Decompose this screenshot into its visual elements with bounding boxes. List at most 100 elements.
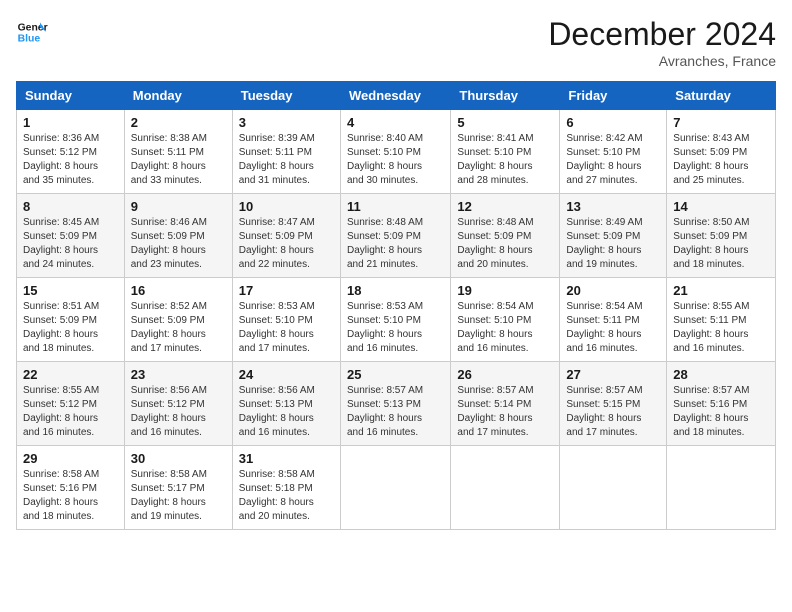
weekday-header-thursday: Thursday [451, 82, 560, 110]
day-number: 13 [566, 199, 660, 214]
calendar-cell: 22 Sunrise: 8:55 AM Sunset: 5:12 PM Dayli… [17, 362, 125, 446]
weekday-header-saturday: Saturday [667, 82, 776, 110]
logo-icon: General Blue [16, 16, 48, 48]
calendar-cell: 8 Sunrise: 8:45 AM Sunset: 5:09 PM Daylig… [17, 194, 125, 278]
day-info: Sunrise: 8:52 AM Sunset: 5:09 PM Dayligh… [131, 300, 226, 356]
calendar-cell [560, 446, 667, 530]
day-number: 27 [566, 367, 660, 382]
day-info: Sunrise: 8:39 AM Sunset: 5:11 PM Dayligh… [239, 132, 334, 188]
day-number: 7 [673, 115, 769, 130]
day-info: Sunrise: 8:48 AM Sunset: 5:09 PM Dayligh… [347, 216, 444, 272]
day-number: 24 [239, 367, 334, 382]
weekday-header-monday: Monday [124, 82, 232, 110]
day-info: Sunrise: 8:58 AM Sunset: 5:18 PM Dayligh… [239, 468, 334, 524]
day-info: Sunrise: 8:54 AM Sunset: 5:11 PM Dayligh… [566, 300, 660, 356]
day-info: Sunrise: 8:36 AM Sunset: 5:12 PM Dayligh… [23, 132, 118, 188]
day-number: 29 [23, 451, 118, 466]
calendar-cell: 4 Sunrise: 8:40 AM Sunset: 5:10 PM Daylig… [340, 110, 450, 194]
day-number: 22 [23, 367, 118, 382]
title-block: December 2024 Avranches, France [548, 16, 776, 69]
day-number: 18 [347, 283, 444, 298]
day-info: Sunrise: 8:41 AM Sunset: 5:10 PM Dayligh… [457, 132, 553, 188]
day-number: 31 [239, 451, 334, 466]
calendar-cell: 11 Sunrise: 8:48 AM Sunset: 5:09 PM Dayli… [340, 194, 450, 278]
day-info: Sunrise: 8:55 AM Sunset: 5:12 PM Dayligh… [23, 384, 118, 440]
calendar-cell: 15 Sunrise: 8:51 AM Sunset: 5:09 PM Dayli… [17, 278, 125, 362]
calendar-cell: 18Sunrise: 8:53 AM Sunset: 5:10 PM Dayli… [340, 278, 450, 362]
calendar-cell [340, 446, 450, 530]
day-info: Sunrise: 8:42 AM Sunset: 5:10 PM Dayligh… [566, 132, 660, 188]
calendar-week-row: 22 Sunrise: 8:55 AM Sunset: 5:12 PM Dayli… [17, 362, 776, 446]
day-info: Sunrise: 8:40 AM Sunset: 5:10 PM Dayligh… [347, 132, 444, 188]
day-number: 8 [23, 199, 118, 214]
calendar-cell: 30 Sunrise: 8:58 AM Sunset: 5:17 PM Dayli… [124, 446, 232, 530]
month-title: December 2024 [548, 16, 776, 53]
calendar-cell: 3Sunrise: 8:39 AM Sunset: 5:11 PM Daylig… [232, 110, 340, 194]
calendar-cell: 26Sunrise: 8:57 AM Sunset: 5:14 PM Dayli… [451, 362, 560, 446]
calendar-cell: 29 Sunrise: 8:58 AM Sunset: 5:16 PM Dayli… [17, 446, 125, 530]
day-number: 2 [131, 115, 226, 130]
day-info: Sunrise: 8:58 AM Sunset: 5:16 PM Dayligh… [23, 468, 118, 524]
day-info: Sunrise: 8:56 AM Sunset: 5:13 PM Dayligh… [239, 384, 334, 440]
day-info: Sunrise: 8:46 AM Sunset: 5:09 PM Dayligh… [131, 216, 226, 272]
day-info: Sunrise: 8:45 AM Sunset: 5:09 PM Dayligh… [23, 216, 118, 272]
calendar-cell: 14Sunrise: 8:50 AM Sunset: 5:09 PM Dayli… [667, 194, 776, 278]
day-info: Sunrise: 8:48 AM Sunset: 5:09 PM Dayligh… [457, 216, 553, 272]
calendar-cell: 17Sunrise: 8:53 AM Sunset: 5:10 PM Dayli… [232, 278, 340, 362]
calendar-cell: 21Sunrise: 8:55 AM Sunset: 5:11 PM Dayli… [667, 278, 776, 362]
day-info: Sunrise: 8:38 AM Sunset: 5:11 PM Dayligh… [131, 132, 226, 188]
svg-text:Blue: Blue [18, 34, 41, 45]
day-info: Sunrise: 8:54 AM Sunset: 5:10 PM Dayligh… [457, 300, 553, 356]
day-info: Sunrise: 8:47 AM Sunset: 5:09 PM Dayligh… [239, 216, 334, 272]
day-info: Sunrise: 8:51 AM Sunset: 5:09 PM Dayligh… [23, 300, 118, 356]
calendar-cell: 25 Sunrise: 8:57 AM Sunset: 5:13 PM Dayli… [340, 362, 450, 446]
day-info: Sunrise: 8:57 AM Sunset: 5:15 PM Dayligh… [566, 384, 660, 440]
day-number: 20 [566, 283, 660, 298]
calendar-cell: 6 Sunrise: 8:42 AM Sunset: 5:10 PM Daylig… [560, 110, 667, 194]
day-number: 14 [673, 199, 769, 214]
calendar-cell [667, 446, 776, 530]
day-info: Sunrise: 8:57 AM Sunset: 5:16 PM Dayligh… [673, 384, 769, 440]
weekday-header-wednesday: Wednesday [340, 82, 450, 110]
calendar-cell: 31 Sunrise: 8:58 AM Sunset: 5:18 PM Dayli… [232, 446, 340, 530]
day-number: 28 [673, 367, 769, 382]
day-number: 23 [131, 367, 226, 382]
weekday-header-friday: Friday [560, 82, 667, 110]
location: Avranches, France [548, 53, 776, 69]
calendar-cell: 19 Sunrise: 8:54 AM Sunset: 5:10 PM Dayli… [451, 278, 560, 362]
calendar-week-row: 29 Sunrise: 8:58 AM Sunset: 5:16 PM Dayli… [17, 446, 776, 530]
calendar-cell: 9 Sunrise: 8:46 AM Sunset: 5:09 PM Daylig… [124, 194, 232, 278]
day-number: 11 [347, 199, 444, 214]
day-info: Sunrise: 8:56 AM Sunset: 5:12 PM Dayligh… [131, 384, 226, 440]
calendar-table: SundayMondayTuesdayWednesdayThursdayFrid… [16, 81, 776, 530]
page-header: General Blue December 2024 Avranches, Fr… [16, 16, 776, 69]
day-number: 6 [566, 115, 660, 130]
calendar-week-row: 8 Sunrise: 8:45 AM Sunset: 5:09 PM Daylig… [17, 194, 776, 278]
day-number: 10 [239, 199, 334, 214]
day-number: 5 [457, 115, 553, 130]
day-info: Sunrise: 8:57 AM Sunset: 5:13 PM Dayligh… [347, 384, 444, 440]
day-number: 9 [131, 199, 226, 214]
day-number: 19 [457, 283, 553, 298]
day-number: 25 [347, 367, 444, 382]
day-number: 12 [457, 199, 553, 214]
weekday-header-sunday: Sunday [17, 82, 125, 110]
day-info: Sunrise: 8:49 AM Sunset: 5:09 PM Dayligh… [566, 216, 660, 272]
calendar-cell: 10 Sunrise: 8:47 AM Sunset: 5:09 PM Dayli… [232, 194, 340, 278]
calendar-cell [451, 446, 560, 530]
day-number: 4 [347, 115, 444, 130]
day-info: Sunrise: 8:53 AM Sunset: 5:10 PM Dayligh… [239, 300, 334, 356]
calendar-week-row: 15 Sunrise: 8:51 AM Sunset: 5:09 PM Dayli… [17, 278, 776, 362]
weekday-header-tuesday: Tuesday [232, 82, 340, 110]
day-number: 30 [131, 451, 226, 466]
calendar-cell: 28 Sunrise: 8:57 AM Sunset: 5:16 PM Dayli… [667, 362, 776, 446]
day-info: Sunrise: 8:58 AM Sunset: 5:17 PM Dayligh… [131, 468, 226, 524]
calendar-cell: 7 Sunrise: 8:43 AM Sunset: 5:09 PM Daylig… [667, 110, 776, 194]
calendar-week-row: 1Sunrise: 8:36 AM Sunset: 5:12 PM Daylig… [17, 110, 776, 194]
calendar-cell: 24 Sunrise: 8:56 AM Sunset: 5:13 PM Dayli… [232, 362, 340, 446]
day-info: Sunrise: 8:43 AM Sunset: 5:09 PM Dayligh… [673, 132, 769, 188]
day-number: 15 [23, 283, 118, 298]
day-number: 16 [131, 283, 226, 298]
calendar-cell: 27 Sunrise: 8:57 AM Sunset: 5:15 PM Dayli… [560, 362, 667, 446]
calendar-cell: 2 Sunrise: 8:38 AM Sunset: 5:11 PM Daylig… [124, 110, 232, 194]
